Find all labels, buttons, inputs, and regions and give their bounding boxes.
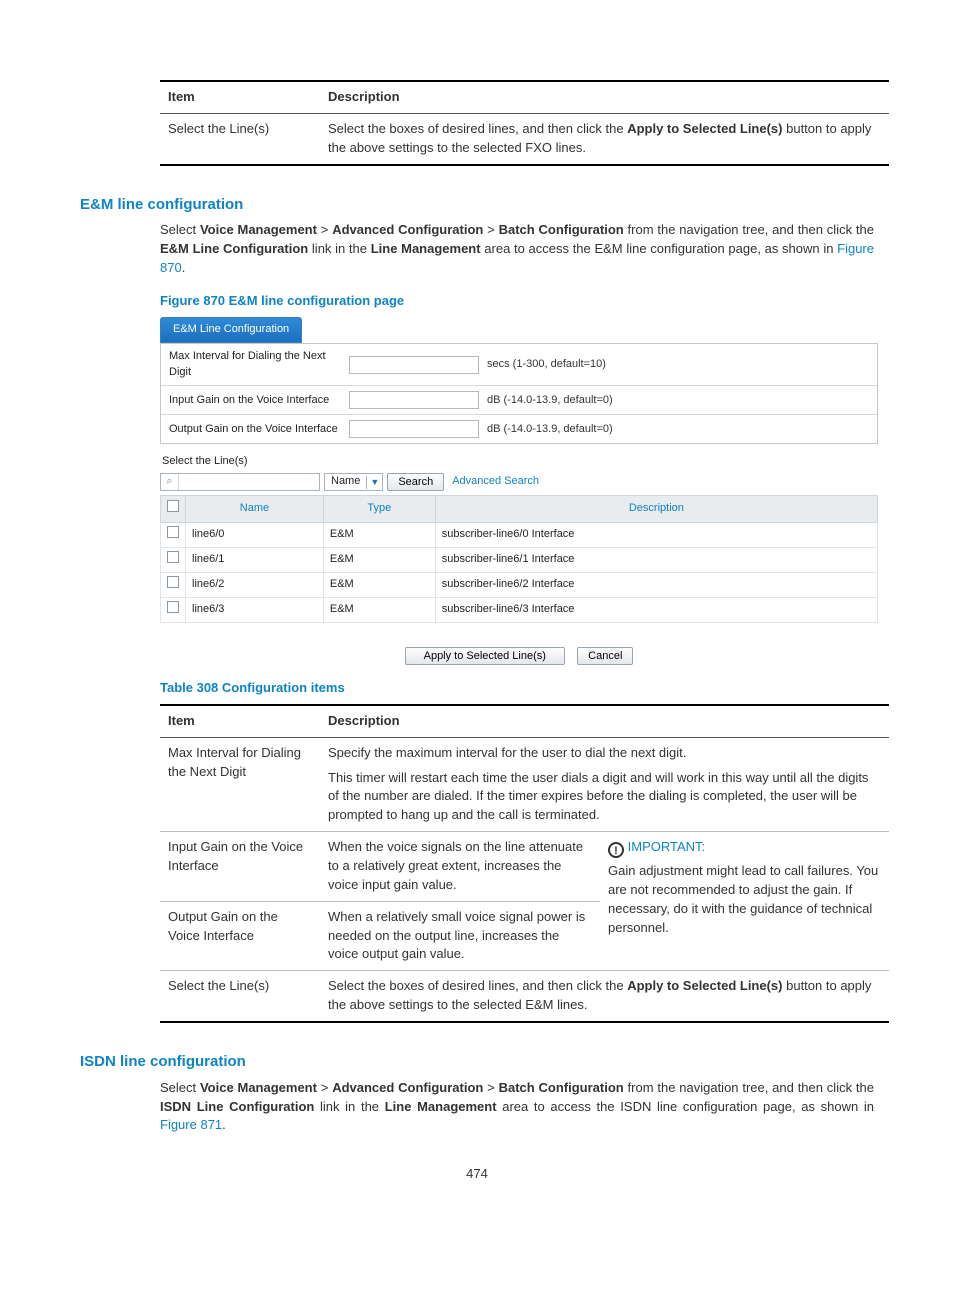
- row-desc: Specify the maximum interval for the use…: [320, 737, 889, 831]
- col-item: Item: [160, 81, 320, 113]
- row-item: Max Interval for Dialing the Next Digit: [160, 737, 320, 831]
- cell-name: line6/1: [186, 548, 324, 573]
- row-item: Select the Line(s): [160, 113, 320, 164]
- col-type: Type: [323, 496, 435, 523]
- row-output-gain: Output Gain on the Voice Interface dB (-…: [161, 415, 877, 443]
- input-output-gain[interactable]: [349, 420, 479, 438]
- cell-type: E&M: [323, 548, 435, 573]
- cell-desc: subscriber-line6/1 Interface: [435, 548, 877, 573]
- config-panel: Max Interval for Dialing the Next Digit …: [160, 343, 878, 445]
- col-desc: Description: [320, 81, 889, 113]
- row-desc: When a relatively small voice signal pow…: [320, 901, 600, 971]
- table-row: line6/1 E&M subscriber-line6/1 Interface: [161, 548, 878, 573]
- table-row: line6/0 E&M subscriber-line6/0 Interface: [161, 523, 878, 548]
- row-max-interval: Max Interval for Dialing the Next Digit …: [161, 344, 877, 387]
- row-input-gain: Input Gain on the Voice Interface dB (-1…: [161, 386, 877, 415]
- hint-output-gain: dB (-14.0-13.9, default=0): [487, 422, 613, 438]
- table-row: line6/2 E&M subscriber-line6/2 Interface: [161, 573, 878, 598]
- chevron-down-icon: ▼: [366, 476, 382, 489]
- figure-871-link[interactable]: Figure 871: [160, 1117, 222, 1132]
- col-desc: Description: [320, 705, 889, 737]
- input-input-gain[interactable]: [349, 391, 479, 409]
- button-row: Apply to Selected Line(s) Cancel: [160, 647, 878, 665]
- search-field[interactable]: ⌕: [160, 473, 320, 491]
- apply-button[interactable]: Apply to Selected Line(s): [405, 647, 565, 665]
- row-item: Input Gain on the Voice Interface: [160, 832, 320, 902]
- advanced-search-link[interactable]: Advanced Search: [452, 474, 539, 490]
- table-308-caption: Table 308 Configuration items: [160, 679, 874, 698]
- row-checkbox[interactable]: [161, 523, 186, 548]
- figure-caption: Figure 870 E&M line configuration page: [160, 292, 874, 311]
- em-heading: E&M line configuration: [80, 194, 874, 216]
- search-input[interactable]: [179, 474, 319, 490]
- label-output-gain: Output Gain on the Voice Interface: [169, 422, 349, 438]
- search-bar: ⌕ Name ▼ Search Advanced Search: [160, 473, 878, 491]
- cell-name: line6/3: [186, 598, 324, 623]
- isdn-para: Select Voice Management > Advanced Confi…: [160, 1079, 874, 1136]
- cell-type: E&M: [323, 598, 435, 623]
- col-item: Item: [160, 705, 320, 737]
- cancel-button[interactable]: Cancel: [577, 647, 633, 665]
- col-name: Name: [186, 496, 324, 523]
- cell-type: E&M: [323, 573, 435, 598]
- cell-desc: subscriber-line6/0 Interface: [435, 523, 877, 548]
- row-checkbox[interactable]: [161, 598, 186, 623]
- input-max-interval[interactable]: [349, 356, 479, 374]
- search-icon: ⌕: [161, 474, 179, 490]
- cell-name: line6/2: [186, 573, 324, 598]
- hint-input-gain: dB (-14.0-13.9, default=0): [487, 393, 613, 409]
- cell-name: line6/0: [186, 523, 324, 548]
- col-desc: Description: [435, 496, 877, 523]
- em-para: Select Voice Management > Advanced Confi…: [160, 221, 874, 278]
- label-input-gain: Input Gain on the Voice Interface: [169, 393, 349, 409]
- label-max-interval: Max Interval for Dialing the Next Digit: [169, 349, 349, 381]
- isdn-heading: ISDN line configuration: [80, 1051, 874, 1073]
- table-row: line6/3 E&M subscriber-line6/3 Interface: [161, 598, 878, 623]
- search-button[interactable]: Search: [387, 473, 444, 491]
- hint-max-interval: secs (1-300, default=10): [487, 357, 606, 373]
- row-desc: When the voice signals on the line atten…: [320, 832, 600, 902]
- row-checkbox[interactable]: [161, 548, 186, 573]
- table-308: Item Description Max Interval for Dialin…: [160, 704, 889, 1023]
- top-table: Item Description Select the Line(s) Sele…: [160, 80, 889, 166]
- row-item: Output Gain on the Voice Interface: [160, 901, 320, 971]
- important-icon: !: [608, 842, 624, 858]
- cell-type: E&M: [323, 523, 435, 548]
- em-config-screenshot: E&M Line Configuration Max Interval for …: [160, 317, 878, 665]
- tab-em-line-config[interactable]: E&M Line Configuration: [160, 317, 302, 343]
- lines-table: Name Type Description line6/0 E&M subscr…: [160, 495, 878, 623]
- page-number: 474: [80, 1165, 874, 1184]
- cell-desc: subscriber-line6/2 Interface: [435, 573, 877, 598]
- row-desc: Select the boxes of desired lines, and t…: [320, 113, 889, 164]
- cell-desc: subscriber-line6/3 Interface: [435, 598, 877, 623]
- row-item: Select the Line(s): [160, 971, 320, 1022]
- select-all-checkbox[interactable]: [161, 496, 186, 523]
- important-note: ! IMPORTANT: Gain adjustment might lead …: [600, 832, 889, 971]
- select-lines-label: Select the Line(s): [162, 454, 878, 470]
- row-desc: Select the boxes of desired lines, and t…: [320, 971, 889, 1022]
- row-checkbox[interactable]: [161, 573, 186, 598]
- search-column-dropdown[interactable]: Name ▼: [324, 473, 383, 491]
